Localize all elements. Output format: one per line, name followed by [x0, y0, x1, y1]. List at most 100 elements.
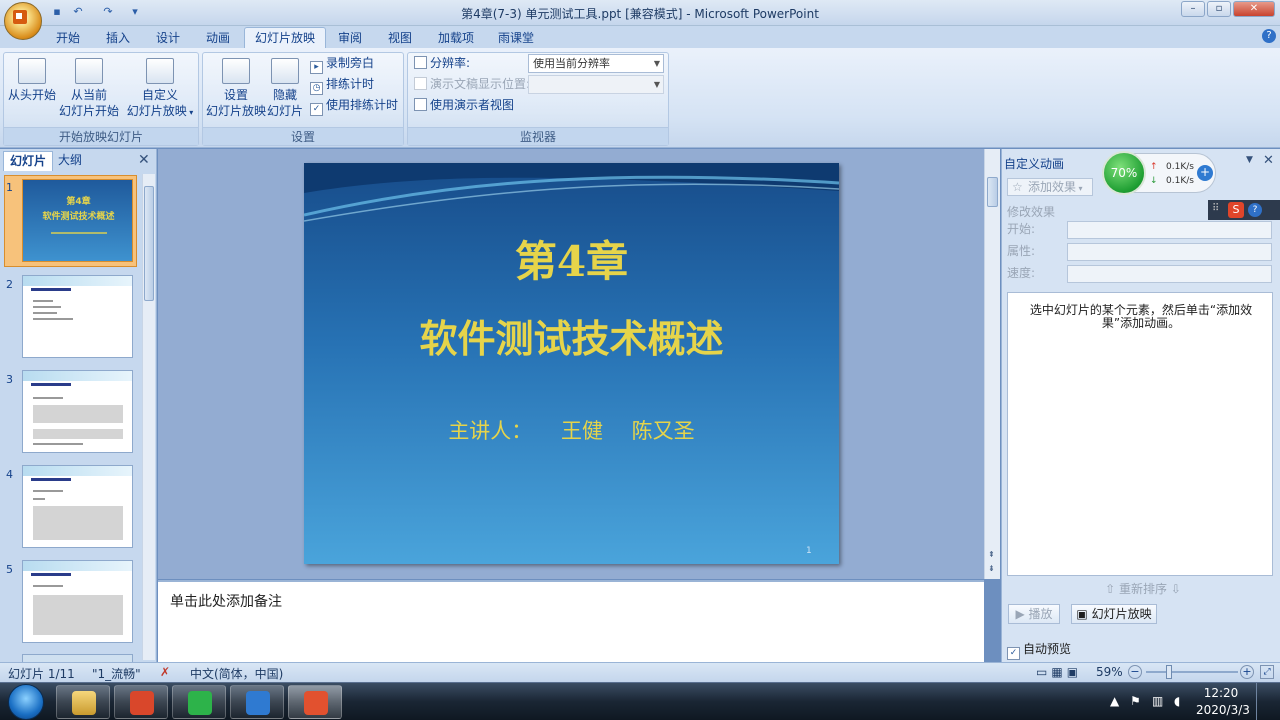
resolution-dropdown[interactable]: 使用当前分辨率 ▼ — [528, 54, 664, 73]
clock-time[interactable]: 12:20 — [1196, 686, 1246, 700]
arrow-up-icon[interactable]: ⇧ — [1105, 582, 1115, 596]
taskbar-app-red[interactable] — [114, 685, 168, 719]
record-narration-button[interactable]: ▸ 录制旁白 — [310, 53, 374, 74]
language-indicator[interactable]: 中文(简体，中国) — [190, 665, 283, 682]
close-button[interactable]: ✕ — [1233, 1, 1275, 17]
scrollbar-thumb[interactable] — [987, 177, 998, 207]
volume-icon[interactable]: ◖ — [1174, 694, 1180, 708]
slide-subtitle[interactable]: 软件测试技术概述 — [304, 308, 839, 363]
reading-view-icon[interactable]: ▣ — [1067, 665, 1082, 679]
help-icon[interactable]: ? — [1262, 29, 1276, 43]
tab-addins[interactable]: 加载项 — [428, 28, 484, 48]
thumb-wave — [23, 561, 132, 571]
chevron-down-icon[interactable]: ▼ — [1246, 155, 1253, 165]
use-rehearsed-checkbox[interactable]: ✓ 使用排练计时 — [310, 95, 398, 116]
thumb-line — [33, 306, 61, 308]
slide-thumbnail-2[interactable] — [22, 275, 133, 358]
taskbar-recorder[interactable] — [288, 685, 342, 719]
redo-icon[interactable]: ↷ — [100, 4, 116, 20]
tab-view[interactable]: 视图 — [378, 28, 422, 48]
save-icon[interactable]: ▪ — [49, 4, 65, 20]
tab-review[interactable]: 审阅 — [328, 28, 372, 48]
spellcheck-icon[interactable]: ✗ — [160, 665, 170, 679]
show-on-dropdown[interactable]: ▼ — [528, 75, 664, 94]
zoom-slider[interactable] — [1146, 671, 1238, 673]
fit-window-icon[interactable]: ⤢ — [1260, 665, 1274, 679]
slide-thumbnail-6-partial[interactable] — [22, 654, 133, 662]
theme-name[interactable]: "1_流畅" — [92, 665, 141, 682]
autopreview-checkbox[interactable]: ✓ 自动预览 — [1007, 640, 1071, 660]
slide-presenter[interactable]: 主讲人： 王健 陈又圣 — [304, 415, 839, 445]
zoom-in-icon[interactable]: + — [1240, 665, 1254, 679]
upload-speed: 0.1K/s — [1166, 162, 1194, 172]
maximize-button[interactable]: ▫ — [1207, 1, 1231, 17]
slide-title[interactable]: 第4章 — [304, 228, 839, 289]
tab-insert[interactable]: 插入 — [96, 28, 140, 48]
ime-toolbar[interactable]: S ? ⠿ — [1208, 200, 1280, 220]
help-icon[interactable]: ? — [1248, 203, 1262, 217]
close-icon[interactable]: ✕ — [1263, 153, 1274, 168]
sorter-view-icon[interactable]: ▦ — [1051, 665, 1066, 679]
speed-dropdown[interactable] — [1067, 265, 1272, 283]
tab-home[interactable]: 开始 — [46, 28, 90, 48]
recorder-icon — [304, 691, 328, 715]
tab-slides[interactable]: 幻灯片 — [3, 151, 54, 171]
taskbar-app-blue[interactable] — [230, 685, 284, 719]
from-start-button[interactable]: 从头开始 — [6, 58, 58, 103]
play-button[interactable]: ▶ 播放 — [1008, 604, 1060, 624]
slideshow-button[interactable]: ▣ 幻灯片放映 — [1071, 604, 1157, 624]
next-slide-icon[interactable]: ⇟ — [988, 564, 995, 573]
view-buttons[interactable]: ▭▦▣ — [1036, 665, 1082, 679]
tab-animation[interactable]: 动画 — [196, 28, 240, 48]
folder-icon — [72, 691, 96, 715]
editor-scrollbar[interactable]: ⇞ ⇟ — [984, 149, 1000, 579]
setup-slideshow-button[interactable]: 设置 幻灯片放映 — [206, 58, 266, 119]
slide-thumbnail-1[interactable]: 第4章 软件测试技术概述 — [22, 179, 133, 262]
custom-slideshow-button[interactable]: 自定义 幻灯片放映 ▾ — [124, 58, 196, 121]
property-dropdown[interactable] — [1067, 243, 1272, 261]
tab-outline[interactable]: 大纲 — [52, 151, 88, 171]
arrow-down-icon[interactable]: ⇩ — [1171, 582, 1181, 596]
scrollbar-thumb[interactable] — [144, 186, 154, 301]
add-effect-button[interactable]: ☆ 添加效果 ▾ — [1007, 178, 1093, 196]
animation-list[interactable] — [1007, 292, 1273, 576]
current-slide[interactable] — [304, 163, 839, 564]
minimize-button[interactable]: – — [1181, 1, 1205, 17]
flag-icon[interactable]: ⚑ — [1130, 694, 1141, 708]
notes-placeholder[interactable]: 单击此处添加备注 — [170, 591, 282, 611]
memory-percent-indicator[interactable]: 70% — [1102, 151, 1146, 195]
zoom-out-icon[interactable]: − — [1128, 665, 1142, 679]
office-logo-icon — [13, 10, 27, 24]
chevron-down-icon[interactable]: ▾ — [127, 4, 143, 20]
tab-slideshow[interactable]: 幻灯片放映 — [244, 27, 327, 48]
start-dropdown[interactable] — [1067, 221, 1272, 239]
tab-design[interactable]: 设计 — [146, 28, 190, 48]
presenter-view-checkbox[interactable]: 使用演示者视图 — [414, 95, 514, 115]
rehearse-timings-button[interactable]: ◷ 排练计时 — [310, 74, 374, 95]
tab-rain-classroom[interactable]: 雨课堂 — [488, 28, 544, 48]
slide-thumbnail-4[interactable] — [22, 465, 133, 548]
zoom-slider-thumb[interactable] — [1166, 665, 1172, 679]
sogou-icon[interactable]: S — [1228, 202, 1244, 218]
taskbar-camtasia[interactable] — [172, 685, 226, 719]
close-icon[interactable]: ✕ — [138, 152, 150, 168]
zoom-level[interactable]: 59% — [1096, 665, 1123, 679]
taskbar-explorer[interactable] — [56, 685, 110, 719]
show-desktop-button[interactable] — [1256, 683, 1280, 720]
slide-thumbnail-3[interactable] — [22, 370, 133, 453]
undo-icon[interactable]: ↶ — [70, 4, 86, 20]
normal-view-icon[interactable]: ▭ — [1036, 665, 1051, 679]
hide-slide-button[interactable]: 隐藏 幻灯片 — [266, 58, 304, 119]
clock-date[interactable]: 2020/3/3 — [1196, 703, 1250, 717]
slide-number: 4 — [6, 468, 13, 481]
thumb-wave — [23, 276, 132, 286]
tray-expand-icon[interactable]: ▲ — [1110, 694, 1119, 708]
slide-thumbnail-5[interactable] — [22, 560, 133, 643]
plus-icon[interactable]: + — [1197, 165, 1213, 181]
thumbnail-scrollbar[interactable] — [142, 174, 155, 660]
prev-slide-icon[interactable]: ⇞ — [988, 550, 995, 559]
network-icon[interactable]: ▥ — [1152, 694, 1163, 708]
start-button[interactable] — [8, 684, 44, 720]
reorder-control[interactable]: ⇧ 重新排序 ⇩ — [1093, 580, 1193, 597]
from-current-button[interactable]: 从当前 幻灯片开始 — [58, 58, 120, 119]
